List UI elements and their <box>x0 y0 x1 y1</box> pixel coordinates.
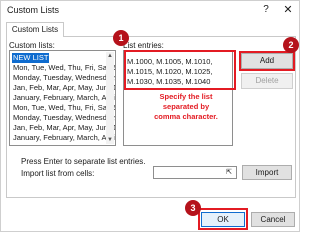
annotation-line: Specify the list <box>159 92 213 101</box>
title-bar: Custom Lists ? ✕ <box>1 1 299 19</box>
list-entries-label: List entries: <box>123 41 164 50</box>
ok-highlight-box <box>198 208 248 230</box>
list-item[interactable]: Mon, Tue, Wed, Thu, Fri, Sat, Sun <box>12 63 115 73</box>
list-item[interactable]: Jan, Feb, Mar, Apr, May, Jun, Jul, <box>12 83 115 93</box>
help-button[interactable]: ? <box>256 2 276 18</box>
entry-line: M.1000, M.1005, M.1010, <box>127 57 213 66</box>
custom-lists-listbox[interactable]: NEW LIST Mon, Tue, Wed, Thu, Fri, Sat, S… <box>9 50 116 146</box>
list-item[interactable]: January, February, March, April, M <box>12 133 115 143</box>
cancel-button[interactable]: Cancel <box>251 212 295 227</box>
list-item[interactable]: Mon, Tue, Wed, Thu, Fri, Sat, Sun <box>12 103 115 113</box>
list-item[interactable]: Monday, Tuesday, Wednesday, Th <box>12 113 115 123</box>
step-badge-2: 2 <box>283 37 299 53</box>
add-highlight-box <box>239 51 295 71</box>
scroll-up-arrow-icon[interactable]: ▲ <box>106 52 114 60</box>
close-button[interactable]: ✕ <box>279 2 297 18</box>
import-button[interactable]: Import <box>242 165 292 180</box>
entry-line: M.1030, M.1035, M.1040 <box>127 77 211 86</box>
import-label: Import list from cells: <box>21 169 95 178</box>
custom-lists-label: Custom lists: <box>9 41 55 50</box>
step-badge-3: 3 <box>185 200 201 216</box>
scroll-down-arrow-icon[interactable]: ▼ <box>106 136 114 144</box>
press-enter-hint: Press Enter to separate list entries. <box>21 157 146 166</box>
window-title: Custom Lists <box>7 5 60 15</box>
list-item[interactable]: Jan, Feb, Mar, Apr, May, Jun, Jul, <box>12 123 115 133</box>
list-item[interactable]: January, February, March, April, M <box>12 93 115 103</box>
delete-button[interactable]: Delete <box>241 73 293 89</box>
tab-custom-lists[interactable]: Custom Lists <box>6 22 64 37</box>
list-item[interactable]: Monday, Tuesday, Wednesday, Th <box>12 73 115 83</box>
listbox-scrollbar[interactable]: ▲ ▼ <box>106 52 114 144</box>
annotation-line: comma character. <box>154 112 218 121</box>
list-item[interactable]: NEW LIST <box>12 53 50 63</box>
annotation-line: separated by <box>162 102 210 111</box>
custom-lists-dialog: Custom Lists ? ✕ Custom Lists Custom lis… <box>0 0 300 232</box>
annotation-text: Specify the list separated by comma char… <box>137 92 235 122</box>
entry-line: M.1015, M.1020, M.1025, <box>127 67 213 76</box>
step-badge-1: 1 <box>113 30 129 46</box>
range-select-icon[interactable]: ⇱ <box>223 168 235 177</box>
